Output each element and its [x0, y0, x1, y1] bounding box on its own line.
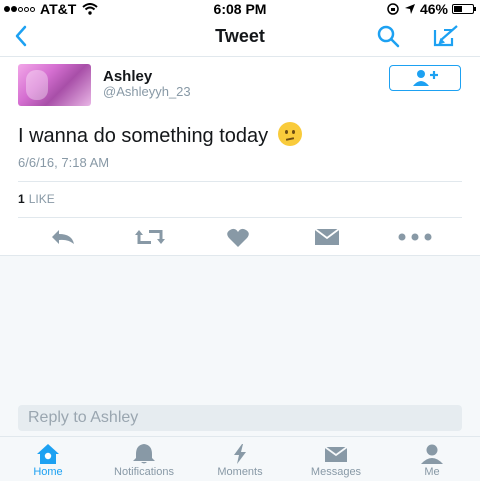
divider	[18, 181, 462, 182]
orientation-lock-icon	[387, 3, 399, 15]
location-arrow-icon	[404, 4, 415, 14]
like-count: 1	[18, 192, 25, 206]
bell-icon	[133, 444, 155, 464]
status-bar: AT&T 6:08 PM 46%	[0, 0, 480, 18]
confused-face-icon	[277, 122, 302, 146]
battery-fill	[454, 6, 462, 12]
tab-moments[interactable]: Moments	[192, 437, 288, 481]
follow-button[interactable]	[389, 65, 461, 91]
tab-notifications[interactable]: Notifications	[96, 437, 192, 481]
tweet-actions	[0, 222, 480, 252]
more-icon[interactable]	[398, 233, 432, 241]
like-label: LIKE	[28, 192, 55, 206]
home-icon	[37, 444, 59, 464]
tab-messages[interactable]: Messages	[288, 437, 384, 481]
search-icon[interactable]	[376, 24, 400, 48]
message-icon[interactable]	[314, 228, 340, 246]
envelope-icon	[324, 446, 348, 462]
battery-percent: 46%	[419, 1, 448, 17]
tab-label: Home	[33, 466, 63, 478]
like-icon[interactable]	[226, 228, 250, 248]
tab-label: Notifications	[114, 466, 174, 478]
tab-label: Moments	[217, 466, 263, 478]
person-icon	[421, 444, 443, 464]
status-right: 46%	[386, 0, 476, 18]
battery-icon	[452, 4, 476, 14]
lightning-icon	[234, 444, 246, 464]
tweet-text: I wanna do something today	[18, 122, 302, 148]
reply-icon[interactable]	[50, 228, 76, 246]
compose-icon[interactable]	[432, 24, 460, 48]
page-title: Tweet	[215, 26, 265, 46]
author-handle[interactable]: @Ashleyyh_23	[103, 84, 191, 99]
navigation-bar: Tweet	[0, 18, 480, 57]
retweet-icon[interactable]	[133, 228, 167, 246]
tab-home[interactable]: Home	[0, 437, 96, 481]
tweet-text-content: I wanna do something today	[18, 125, 269, 147]
reply-input[interactable]	[18, 405, 462, 431]
tab-label: Messages	[310, 466, 362, 478]
author-name[interactable]: Ashley	[103, 68, 152, 85]
likes-summary[interactable]: 1 LIKE	[18, 192, 55, 206]
avatar[interactable]	[18, 64, 91, 106]
follow-icon	[413, 70, 438, 86]
tweet-timestamp: 6/6/16, 7:18 AM	[18, 155, 110, 170]
divider	[18, 217, 462, 218]
tab-bar: Home Notifications Moments Messages Me	[0, 436, 480, 481]
tab-label: Me	[424, 466, 440, 478]
tab-me[interactable]: Me	[384, 437, 480, 481]
